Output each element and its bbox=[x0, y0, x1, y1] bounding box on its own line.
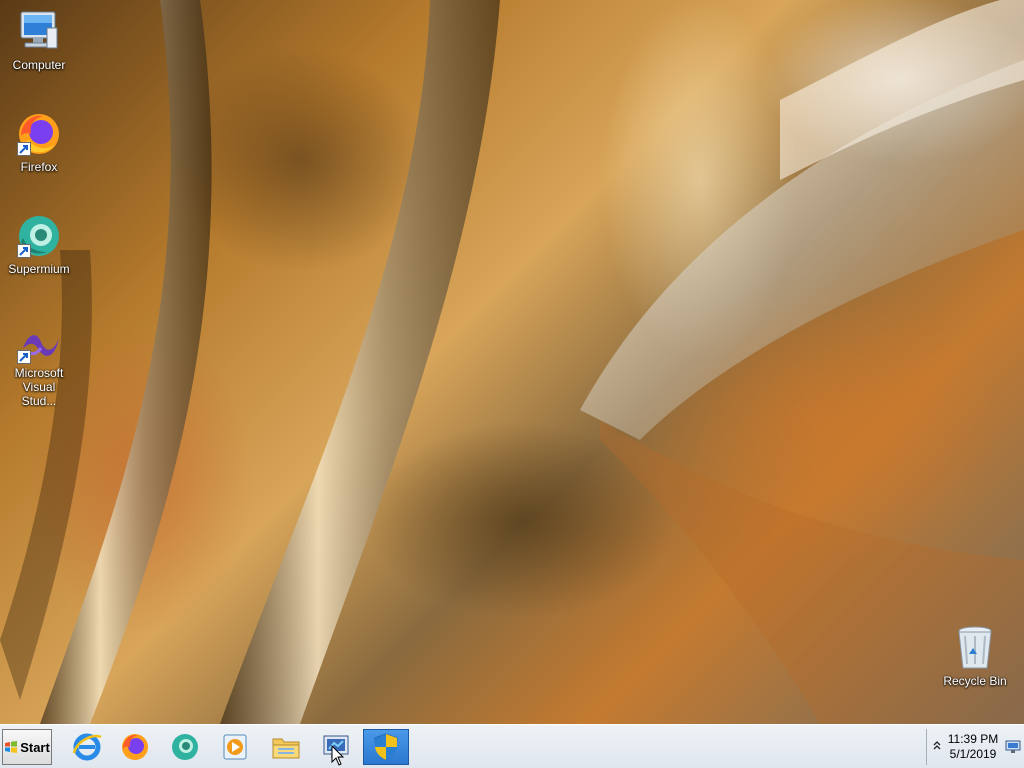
desktop-icon-label: Firefox bbox=[20, 160, 58, 174]
folder-icon bbox=[272, 738, 300, 759]
supermium-icon bbox=[172, 734, 198, 760]
desktop-icon-label: Recycle Bin bbox=[943, 674, 1007, 688]
taskbar-firefox[interactable] bbox=[112, 729, 158, 765]
desktop-icon-computer[interactable]: Computer bbox=[1, 8, 77, 72]
desktop-icon-label: Microsoft Visual Stud... bbox=[14, 366, 64, 408]
desktop-icon-visual-studio[interactable]: Microsoft Visual Stud... bbox=[1, 328, 77, 408]
start-label: Start bbox=[20, 739, 50, 755]
visual-studio-icon bbox=[15, 328, 63, 364]
desktop-icon-supermium[interactable]: Supermium bbox=[1, 212, 77, 276]
taskbar: Start 11:39 PM 5/1/2019 bbox=[0, 724, 1024, 768]
desktop-icon-label: Computer bbox=[12, 58, 66, 72]
wallpaper bbox=[0, 0, 1024, 724]
supermium-icon bbox=[15, 212, 63, 260]
clock-time: 11:39 PM bbox=[947, 732, 999, 746]
media-player-icon bbox=[223, 734, 247, 760]
firefox-icon bbox=[122, 734, 148, 760]
start-button[interactable]: Start bbox=[2, 729, 52, 765]
system-tray: 11:39 PM 5/1/2019 bbox=[926, 729, 1024, 765]
network-icon[interactable] bbox=[1005, 740, 1021, 754]
shortcut-arrow-icon bbox=[17, 350, 31, 364]
mouse-cursor-icon bbox=[331, 745, 345, 766]
recycle-bin-icon bbox=[951, 624, 999, 672]
taskbar-security[interactable] bbox=[363, 729, 409, 765]
desktop[interactable]: Computer Firefox Supermium Microsoft Vis… bbox=[0, 0, 1024, 724]
desktop-icon-recycle-bin[interactable]: Recycle Bin bbox=[937, 624, 1013, 688]
taskbar-internet-explorer[interactable] bbox=[64, 729, 110, 765]
shortcut-arrow-icon bbox=[17, 142, 31, 156]
taskbar-media-player[interactable] bbox=[212, 729, 258, 765]
internet-explorer-icon bbox=[72, 733, 102, 761]
desktop-icon-label: Supermium bbox=[8, 262, 70, 276]
firefox-icon bbox=[15, 110, 63, 158]
desktop-icon-firefox[interactable]: Firefox bbox=[1, 110, 77, 174]
computer-icon bbox=[15, 8, 63, 56]
windows-logo-icon bbox=[5, 741, 18, 753]
clock-date: 5/1/2019 bbox=[949, 747, 997, 761]
taskbar-file-explorer[interactable] bbox=[263, 729, 309, 765]
chevron-up-icon bbox=[933, 741, 941, 750]
shortcut-arrow-icon bbox=[17, 244, 31, 258]
show-hidden-icons-button[interactable] bbox=[931, 739, 943, 753]
taskbar-supermium[interactable] bbox=[162, 729, 208, 765]
clock[interactable]: 11:39 PM 5/1/2019 bbox=[945, 732, 1001, 762]
shield-icon bbox=[374, 733, 398, 761]
